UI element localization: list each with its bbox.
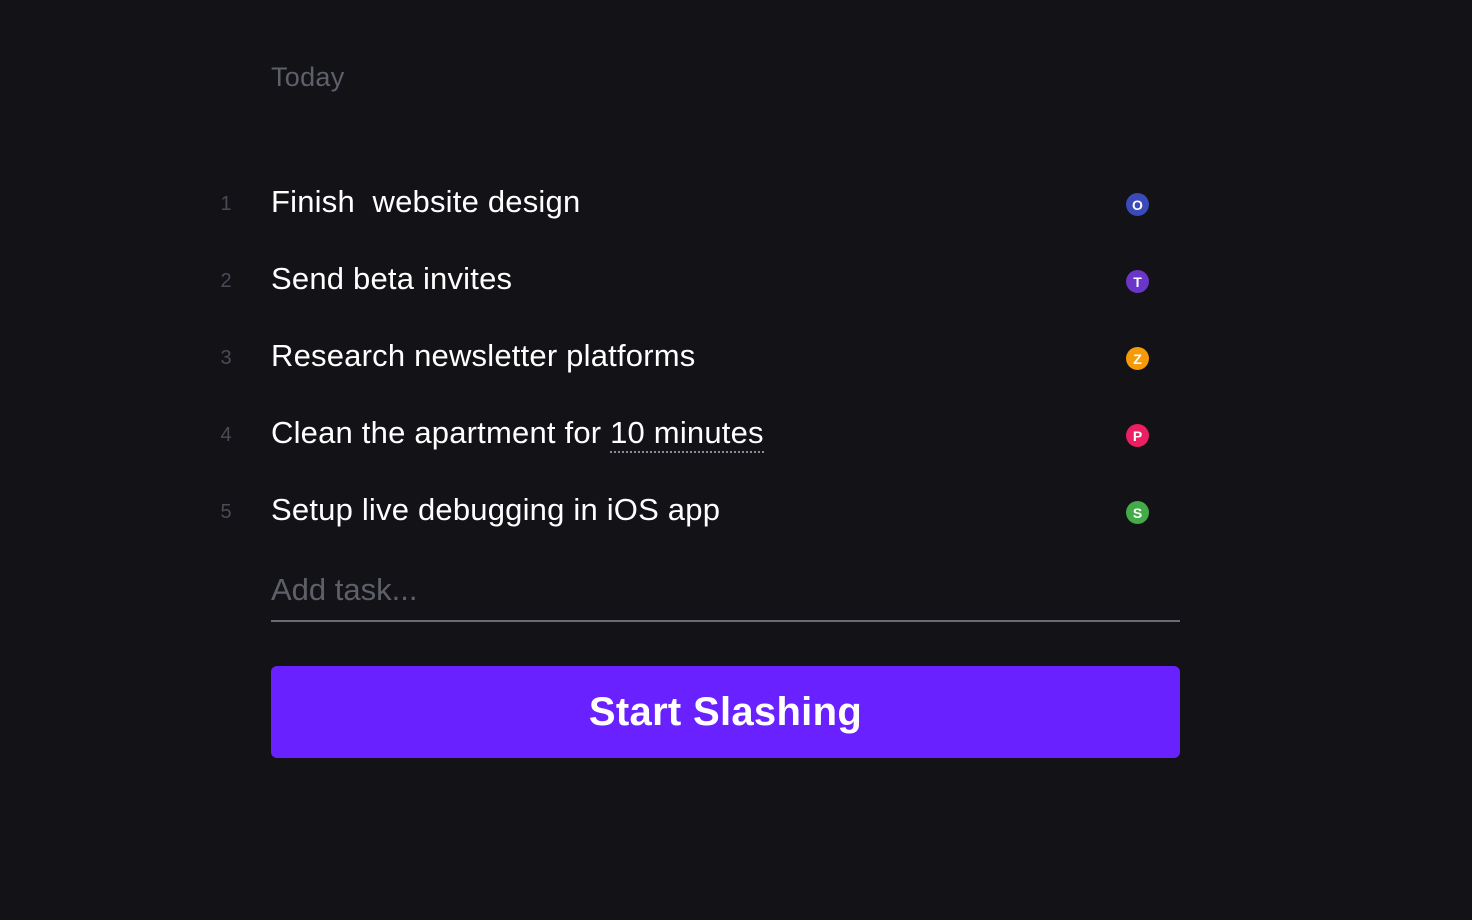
task-number: 3 [220, 347, 232, 369]
task-number: 5 [220, 501, 232, 523]
task-text[interactable]: Research newsletter platforms [271, 338, 695, 374]
task-row-5[interactable]: 5 Setup live debugging in iOS app S [0, 473, 1472, 550]
task-text[interactable]: Setup live debugging in iOS app [271, 492, 720, 528]
app-window: Today 1 Finish website design O 2 Send b… [0, 0, 1472, 920]
task-duration[interactable]: 10 minutes [610, 415, 764, 453]
task-text[interactable]: Finish website design [271, 184, 580, 220]
task-title: Send beta invites [271, 261, 513, 296]
assignee-avatar[interactable]: O [1126, 193, 1149, 216]
task-text[interactable]: Clean the apartment for 10 minutes [271, 415, 764, 453]
task-row-3[interactable]: 3 Research newsletter platforms Z [0, 319, 1472, 396]
task-row-4[interactable]: 4 Clean the apartment for 10 minutes P [0, 396, 1472, 473]
task-title: Clean the apartment for [271, 415, 611, 450]
task-row-2[interactable]: 2 Send beta invites T [0, 242, 1472, 319]
assignee-avatar[interactable]: Z [1126, 347, 1149, 370]
task-number: 4 [220, 424, 232, 446]
assignee-avatar[interactable]: S [1126, 501, 1149, 524]
task-title: Research newsletter platforms [271, 338, 696, 373]
task-row-1[interactable]: 1 Finish website design O [0, 165, 1472, 242]
task-list: 1 Finish website design O 2 Send beta in… [0, 165, 1472, 550]
task-number: 2 [220, 270, 232, 292]
assignee-avatar[interactable]: P [1126, 424, 1149, 447]
task-title: Setup live debugging in iOS app [271, 492, 721, 527]
assignee-avatar[interactable]: T [1126, 270, 1149, 293]
task-number: 1 [220, 193, 232, 215]
section-heading: Today [271, 62, 345, 92]
task-text[interactable]: Send beta invites [271, 261, 512, 297]
task-title: Finish website design [271, 184, 581, 219]
add-task-input[interactable] [271, 560, 1180, 622]
start-slashing-button[interactable]: Start Slashing [271, 666, 1180, 758]
